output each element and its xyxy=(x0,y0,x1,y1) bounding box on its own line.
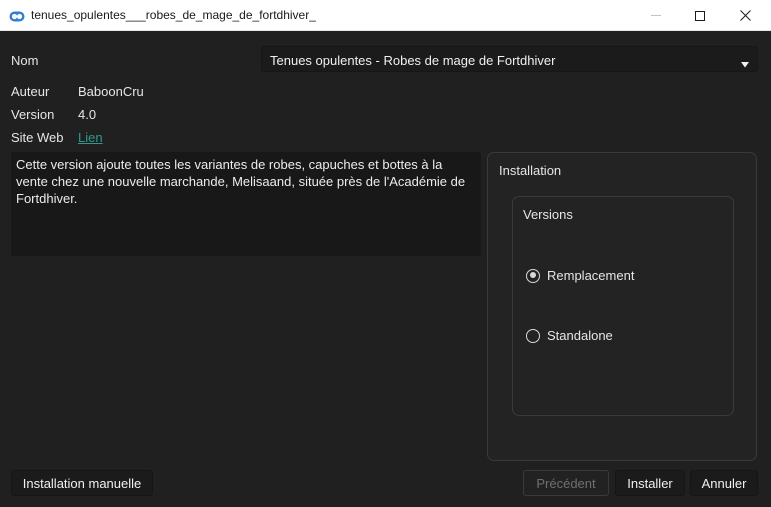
versions-group-title: Versions xyxy=(523,207,573,222)
radio-unchecked-icon xyxy=(526,328,540,343)
radio-label: Remplacement xyxy=(547,268,635,283)
author-value: BaboonCru xyxy=(78,84,144,99)
radio-standalone[interactable]: Standalone xyxy=(526,328,613,343)
minimize-icon xyxy=(651,15,661,16)
caret-down-icon xyxy=(741,56,749,71)
manual-install-button[interactable]: Installation manuelle xyxy=(11,470,153,496)
mod-organizer-icon xyxy=(9,10,25,22)
version-label: Version xyxy=(11,107,55,122)
website-link[interactable]: Lien xyxy=(78,130,103,145)
maximize-icon xyxy=(695,10,705,21)
radio-remplacement[interactable]: Remplacement xyxy=(526,268,634,283)
window-title: tenues_opulentes___robes_de_mage_de_fort… xyxy=(31,8,316,22)
radio-checked-icon xyxy=(526,268,540,283)
name-select[interactable]: Tenues opulentes - Robes de mage de Fort… xyxy=(261,46,758,72)
website-label: Site Web xyxy=(11,130,64,145)
description-text[interactable]: Cette version ajoute toutes les variante… xyxy=(11,152,481,256)
maximize-button[interactable] xyxy=(677,0,723,31)
close-button[interactable] xyxy=(722,0,768,31)
author-label: Auteur xyxy=(11,84,50,99)
title-bar: tenues_opulentes___robes_de_mage_de_fort… xyxy=(0,0,771,31)
install-button[interactable]: Installer xyxy=(615,470,685,496)
cancel-button[interactable]: Annuler xyxy=(690,470,758,496)
versions-group xyxy=(512,196,734,416)
previous-button[interactable]: Précédent xyxy=(523,470,609,496)
name-label: Nom xyxy=(11,53,39,68)
radio-label: Standalone xyxy=(547,328,613,343)
installation-group-title: Installation xyxy=(499,163,562,178)
name-select-value: Tenues opulentes - Robes de mage de Fort… xyxy=(270,53,556,68)
version-value: 4.0 xyxy=(78,107,97,122)
close-icon xyxy=(739,10,751,21)
minimize-button[interactable] xyxy=(633,0,679,31)
